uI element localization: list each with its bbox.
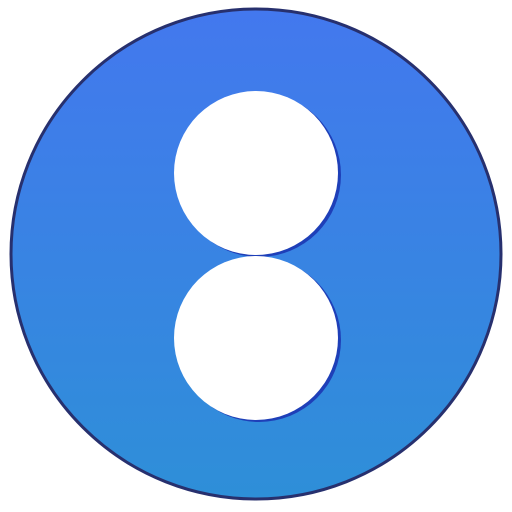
upper-white-circle [174,91,338,255]
app-icon[interactable] [0,0,512,512]
lower-white-circle [174,256,338,420]
icon-canvas [0,0,512,512]
